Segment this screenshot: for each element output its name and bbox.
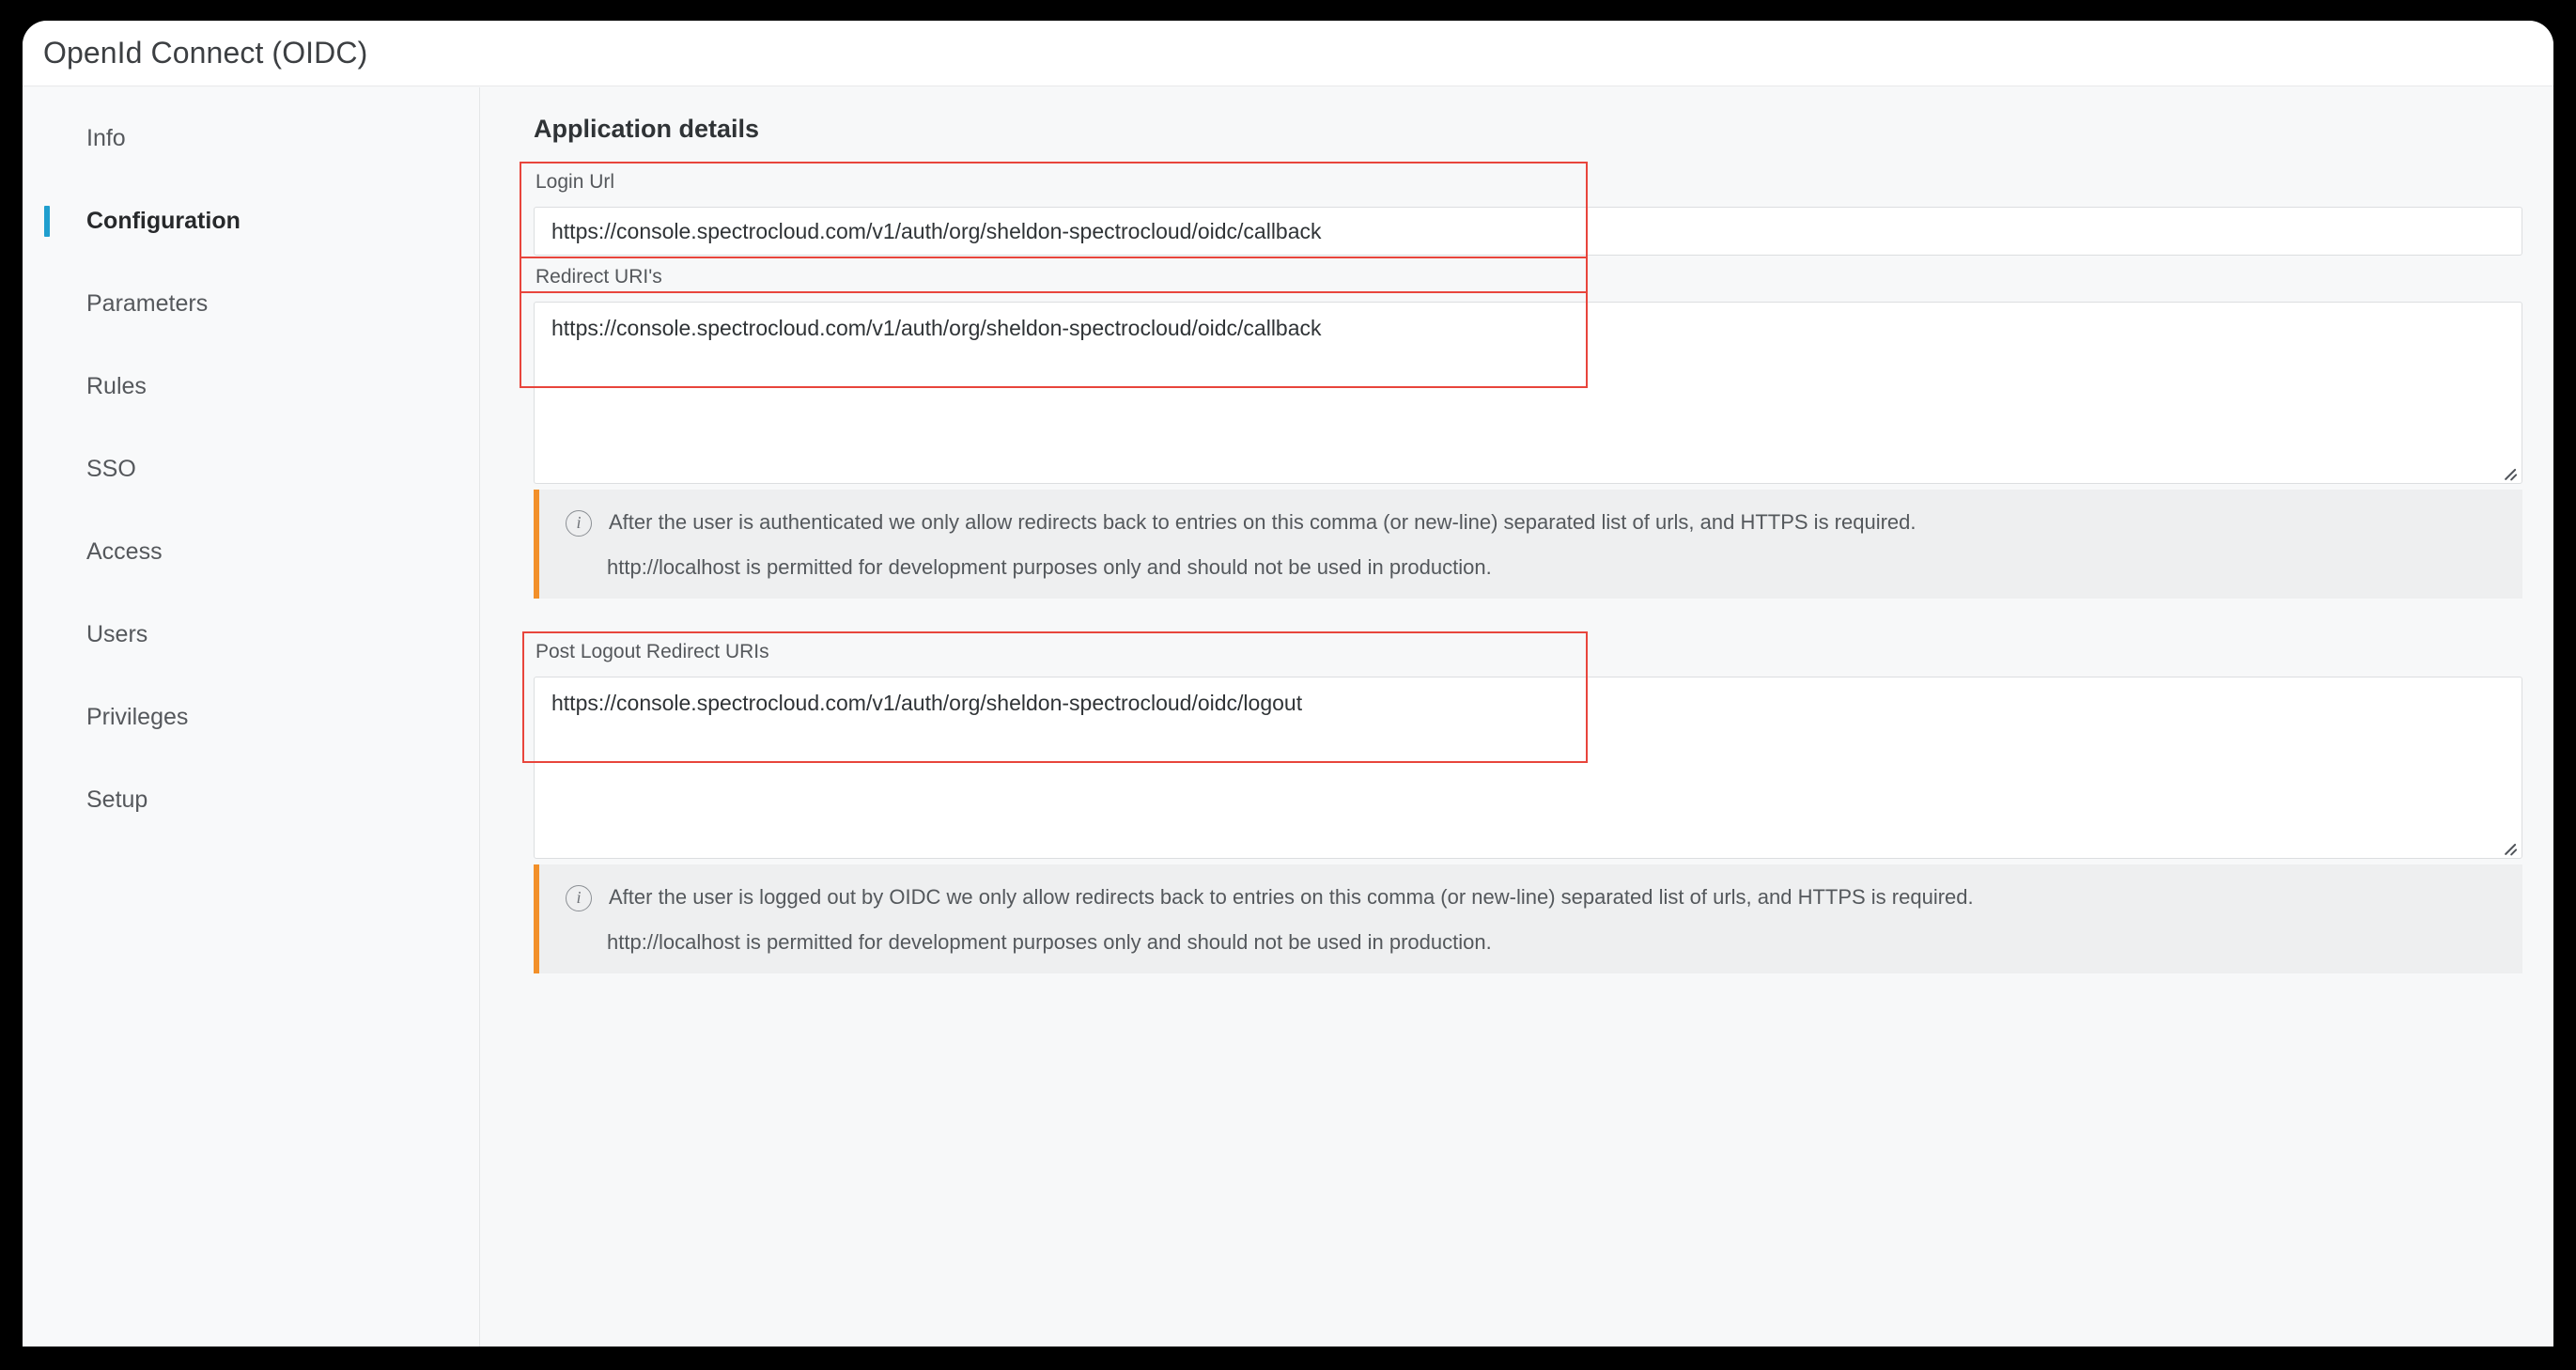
note-text-line1: After the user is authenticated we only … [609, 510, 1916, 534]
redirect-uris-field-group: Redirect URI's https://console.spectrocl… [534, 266, 2522, 484]
sidebar-item-label: Configuration [86, 207, 241, 234]
post-logout-redirect-uris-textarea[interactable]: https://console.spectrocloud.com/v1/auth… [534, 677, 2522, 859]
login-url-label: Login Url [535, 171, 615, 193]
sidebar-item-label: Setup [86, 786, 148, 813]
sidebar-item-label: Info [86, 124, 126, 151]
redirect-uris-textarea-wrap: https://console.spectrocloud.com/v1/auth… [534, 302, 2522, 484]
sidebar-item-parameters[interactable]: Parameters [23, 287, 479, 320]
section-title: Application details [534, 115, 760, 143]
post-logout-redirect-uris-label: Post Logout Redirect URIs [535, 641, 769, 662]
login-url-field-group: Login Url [534, 171, 2522, 256]
sidebar-item-setup[interactable]: Setup [23, 783, 479, 817]
sidebar-item-label: Users [86, 620, 148, 647]
post-logout-info-note: i After the user is logged out by OIDC w… [534, 864, 2522, 973]
post-logout-redirect-uris-textarea-wrap: https://console.spectrocloud.com/v1/auth… [534, 677, 2522, 859]
sidebar-item-configuration[interactable]: Configuration [23, 204, 479, 238]
sidebar-item-privileges[interactable]: Privileges [23, 700, 479, 734]
body-area: Info Configuration Parameters Rules SSO … [23, 87, 2553, 1347]
info-icon: i [566, 510, 592, 537]
post-logout-redirect-uris-field-group: Post Logout Redirect URIs https://consol… [534, 641, 2522, 859]
sidebar-item-label: SSO [86, 455, 136, 482]
sidebar-item-label: Parameters [86, 289, 209, 317]
sidebar-item-label: Rules [86, 372, 147, 399]
info-icon: i [566, 885, 592, 911]
sidebar: Info Configuration Parameters Rules SSO … [23, 87, 480, 1347]
note-first-line-row: i After the user is logged out by OIDC w… [539, 883, 2522, 911]
app-window: OpenId Connect (OIDC) Info Configuration… [23, 21, 2553, 1347]
main-content: Application details Login Url Redirect U… [480, 87, 2553, 1347]
sidebar-item-users[interactable]: Users [23, 617, 479, 651]
redirect-uris-textarea[interactable]: https://console.spectrocloud.com/v1/auth… [534, 302, 2522, 484]
sidebar-item-info[interactable]: Info [23, 121, 479, 155]
login-url-input[interactable] [534, 207, 2522, 256]
page-title: OpenId Connect (OIDC) [43, 36, 368, 70]
window-header: OpenId Connect (OIDC) [23, 21, 2553, 86]
note-first-line-row: i After the user is authenticated we onl… [539, 508, 2522, 537]
note-text-line1: After the user is logged out by OIDC we … [609, 885, 1974, 909]
note-text-line2: http://localhost is permitted for develo… [607, 555, 1492, 579]
sidebar-item-label: Access [86, 537, 163, 565]
sidebar-item-label: Privileges [86, 703, 189, 730]
sidebar-item-rules[interactable]: Rules [23, 369, 479, 403]
note-text-line2: http://localhost is permitted for develo… [607, 930, 1492, 954]
redirect-uris-info-note: i After the user is authenticated we onl… [534, 490, 2522, 599]
active-indicator-bar [44, 206, 50, 237]
redirect-uris-label: Redirect URI's [535, 266, 662, 288]
sidebar-item-sso[interactable]: SSO [23, 452, 479, 486]
sidebar-item-access[interactable]: Access [23, 535, 479, 568]
